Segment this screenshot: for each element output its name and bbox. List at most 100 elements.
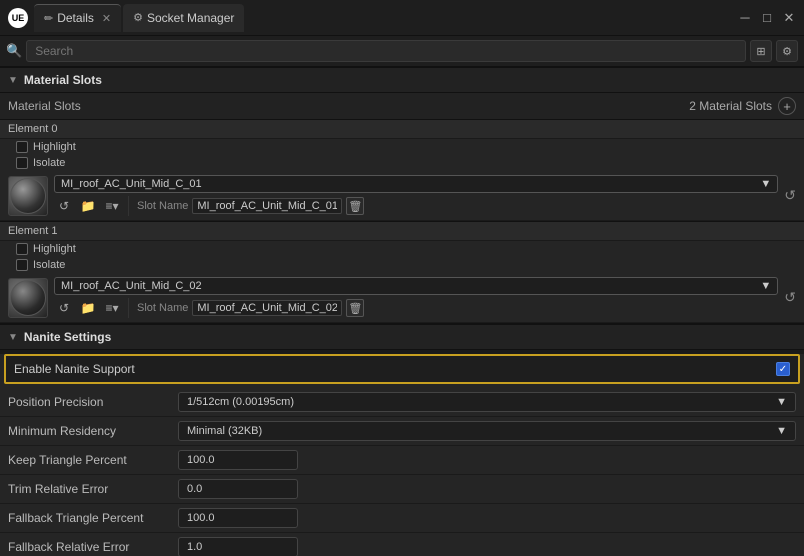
settings-button[interactable]: ⚙ bbox=[776, 40, 798, 62]
element-1-thumb-inner bbox=[10, 280, 46, 316]
element-0-delete-button[interactable]: 🗑 bbox=[346, 197, 364, 215]
material-slots-chevron: ▼ bbox=[8, 75, 18, 86]
enable-nanite-checkbox[interactable]: ✓ bbox=[776, 362, 790, 376]
element-1-highlight-row: Highlight bbox=[0, 241, 804, 257]
element-1-slot-name-label: Slot Name bbox=[137, 302, 188, 314]
element-0-thumb-inner bbox=[10, 178, 46, 214]
element-1-material-right: MI_roof_AC_Unit_Mid_C_02 ▼ ↺ 📁 ≡▾ Slot N… bbox=[54, 277, 778, 318]
add-icon: + bbox=[783, 99, 791, 114]
nanite-settings-section-header[interactable]: ▼ Nanite Settings bbox=[0, 324, 804, 350]
position-precision-value: 1/512cm (0.00195cm) bbox=[187, 396, 294, 408]
tab-socket-label: Socket Manager bbox=[147, 11, 234, 25]
enable-nanite-label: Enable Nanite Support bbox=[14, 362, 776, 376]
element-0-actions: ↺ 📁 ≡▾ Slot Name 🗑 bbox=[54, 196, 778, 216]
element-1-highlight-checkbox[interactable] bbox=[16, 243, 28, 255]
element-1-material-row: MI_roof_AC_Unit_Mid_C_02 ▼ ↺ 📁 ≡▾ Slot N… bbox=[0, 273, 804, 323]
element-1-isolate-checkbox[interactable] bbox=[16, 259, 28, 271]
app-logo: UE bbox=[8, 8, 28, 28]
tab-details-close[interactable]: ✕ bbox=[102, 12, 111, 25]
position-precision-control: 1/512cm (0.00195cm) ▼ bbox=[178, 392, 796, 412]
minimize-button[interactable]: ─ bbox=[738, 11, 752, 25]
fallback-relative-error-row: Fallback Relative Error bbox=[0, 533, 804, 556]
settings-icon: ⚙ bbox=[782, 45, 792, 58]
element-1-reset-button[interactable]: ↺ bbox=[784, 289, 796, 306]
tab-socket-manager[interactable]: ⚙ Socket Manager bbox=[123, 4, 244, 32]
element-0-slot-name-label: Slot Name bbox=[137, 200, 188, 212]
tab-details-icon: ✏ bbox=[44, 12, 53, 25]
main-content: ▼ Material Slots Material Slots 2 Materi… bbox=[0, 67, 804, 556]
element-1-section: Element 1 Highlight Isolate MI_roof_AC_U… bbox=[0, 222, 804, 324]
nanite-chevron: ▼ bbox=[8, 332, 18, 343]
nanite-settings-content: Enable Nanite Support ✓ Position Precisi… bbox=[0, 354, 804, 556]
element-0-dropdown-arrow: ▼ bbox=[760, 178, 771, 190]
material-slots-header-row: Material Slots 2 Material Slots + bbox=[0, 93, 804, 120]
element-0-browse-icon[interactable]: ↺ bbox=[54, 196, 74, 216]
window-controls: ─ □ ✕ bbox=[738, 11, 796, 25]
tab-details-label: Details bbox=[57, 11, 94, 25]
element-1-more-icon[interactable]: ≡▾ bbox=[102, 298, 122, 318]
keep-triangle-percent-label: Keep Triangle Percent bbox=[8, 453, 178, 467]
element-0-material-dropdown[interactable]: MI_roof_AC_Unit_Mid_C_01 ▼ bbox=[54, 175, 778, 193]
element-1-isolate-row: Isolate bbox=[0, 257, 804, 273]
position-precision-arrow: ▼ bbox=[776, 396, 787, 408]
close-button[interactable]: ✕ bbox=[782, 11, 796, 25]
fallback-triangle-percent-row: Fallback Triangle Percent bbox=[0, 504, 804, 533]
fallback-relative-error-label: Fallback Relative Error bbox=[8, 540, 178, 554]
element-0-reset-button[interactable]: ↺ bbox=[784, 187, 796, 204]
element-1-material-dropdown[interactable]: MI_roof_AC_Unit_Mid_C_02 ▼ bbox=[54, 277, 778, 295]
element-0-isolate-row: Isolate bbox=[0, 155, 804, 171]
grid-view-button[interactable]: ⊞ bbox=[750, 40, 772, 62]
trim-relative-error-row: Trim Relative Error bbox=[0, 475, 804, 504]
tab-socket-icon: ⚙ bbox=[133, 11, 143, 24]
separator-1 bbox=[128, 298, 129, 318]
element-0-highlight-checkbox[interactable] bbox=[16, 141, 28, 153]
position-precision-row: Position Precision 1/512cm (0.00195cm) ▼ bbox=[0, 388, 804, 417]
fallback-relative-error-input[interactable] bbox=[178, 537, 298, 556]
element-1-slot-name-input[interactable] bbox=[192, 300, 342, 316]
minimum-residency-dropdown[interactable]: Minimal (32KB) ▼ bbox=[178, 421, 796, 441]
element-0-slot-name-input[interactable] bbox=[192, 198, 342, 214]
element-0-material-right: MI_roof_AC_Unit_Mid_C_01 ▼ ↺ 📁 ≡▾ Slot N… bbox=[54, 175, 778, 216]
fallback-triangle-control bbox=[178, 508, 796, 528]
element-0-isolate-checkbox[interactable] bbox=[16, 157, 28, 169]
separator bbox=[128, 196, 129, 216]
enable-nanite-row: Enable Nanite Support ✓ bbox=[4, 354, 800, 384]
trim-relative-error-input[interactable] bbox=[178, 479, 298, 499]
element-1-isolate-label[interactable]: Isolate bbox=[16, 259, 65, 271]
material-slots-column-label: Material Slots bbox=[8, 99, 81, 113]
add-material-slot-button[interactable]: + bbox=[778, 97, 796, 115]
nanite-settings-title: Nanite Settings bbox=[24, 330, 111, 344]
trim-relative-error-label: Trim Relative Error bbox=[8, 482, 178, 496]
material-slots-section-header[interactable]: ▼ Material Slots bbox=[0, 67, 804, 93]
element-0-section: Element 0 Highlight Isolate MI_roof_AC_U… bbox=[0, 120, 804, 222]
trim-relative-error-control bbox=[178, 479, 796, 499]
element-0-highlight-label[interactable]: Highlight bbox=[16, 141, 76, 153]
element-1-material-name: MI_roof_AC_Unit_Mid_C_02 bbox=[61, 280, 202, 292]
element-0-folder-icon[interactable]: 📁 bbox=[78, 196, 98, 216]
element-0-material-name: MI_roof_AC_Unit_Mid_C_01 bbox=[61, 178, 202, 190]
minimum-residency-arrow: ▼ bbox=[776, 425, 787, 437]
minimum-residency-control: Minimal (32KB) ▼ bbox=[178, 421, 796, 441]
element-1-highlight-label[interactable]: Highlight bbox=[16, 243, 76, 255]
maximize-button[interactable]: □ bbox=[760, 11, 774, 25]
keep-triangle-control bbox=[178, 450, 796, 470]
element-1-delete-button[interactable]: 🗑 bbox=[346, 299, 364, 317]
element-1-label: Element 1 bbox=[0, 222, 804, 241]
keep-triangle-percent-input[interactable] bbox=[178, 450, 298, 470]
search-input[interactable] bbox=[26, 40, 746, 62]
element-1-actions: ↺ 📁 ≡▾ Slot Name 🗑 bbox=[54, 298, 778, 318]
element-0-thumbnail bbox=[8, 176, 48, 216]
minimum-residency-label: Minimum Residency bbox=[8, 424, 178, 438]
minimum-residency-value: Minimal (32KB) bbox=[187, 425, 262, 437]
position-precision-dropdown[interactable]: 1/512cm (0.00195cm) ▼ bbox=[178, 392, 796, 412]
element-1-thumbnail bbox=[8, 278, 48, 318]
tab-details[interactable]: ✏ Details ✕ bbox=[34, 4, 121, 32]
fallback-relative-error-control bbox=[178, 537, 796, 556]
element-1-folder-icon[interactable]: 📁 bbox=[78, 298, 98, 318]
title-bar: UE ✏ Details ✕ ⚙ Socket Manager ─ □ ✕ bbox=[0, 0, 804, 36]
element-0-more-icon[interactable]: ≡▾ bbox=[102, 196, 122, 216]
element-1-browse-icon[interactable]: ↺ bbox=[54, 298, 74, 318]
element-0-isolate-label[interactable]: Isolate bbox=[16, 157, 65, 169]
fallback-triangle-percent-input[interactable] bbox=[178, 508, 298, 528]
grid-icon: ⊞ bbox=[756, 45, 765, 58]
